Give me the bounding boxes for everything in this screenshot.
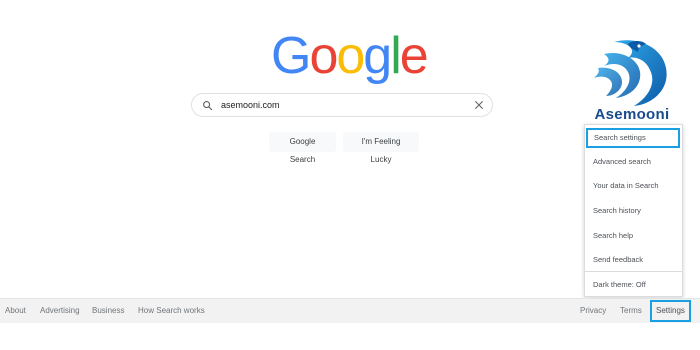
settings-menu: Search settings Advanced search Your dat…: [584, 124, 683, 297]
search-box[interactable]: [191, 93, 493, 117]
menu-item-search-history[interactable]: Search history: [585, 201, 682, 221]
menu-item-search-help[interactable]: Search help: [585, 226, 682, 246]
menu-item-your-data[interactable]: Your data in Search: [585, 176, 682, 196]
eagle-logo-icon: [594, 40, 667, 107]
logo-letter: e: [399, 27, 429, 85]
menu-divider: [585, 271, 682, 272]
menu-item-dark-theme[interactable]: Dark theme: Off: [585, 275, 682, 295]
footer-link-business[interactable]: Business: [92, 299, 124, 323]
footer: About Advertising Business How Search wo…: [0, 298, 700, 323]
menu-item-search-settings[interactable]: Search settings: [586, 128, 680, 148]
brand-watermark: Asemooni: [584, 36, 680, 124]
footer-link-terms[interactable]: Terms: [620, 299, 642, 323]
logo-letter: o: [336, 27, 365, 85]
brand-name: Asemooni: [594, 106, 670, 123]
footer-link-how-search-works[interactable]: How Search works: [138, 299, 205, 323]
google-search-button[interactable]: Google Search: [269, 132, 336, 164]
feeling-lucky-button[interactable]: I'm Feeling Lucky: [343, 132, 419, 164]
footer-link-advertising[interactable]: Advertising: [40, 299, 80, 323]
google-logo: Google: [271, 26, 429, 86]
logo-letter: l: [390, 27, 401, 85]
footer-link-about[interactable]: About: [5, 299, 26, 323]
logo-letter: o: [309, 27, 338, 85]
search-icon: [201, 99, 214, 112]
footer-link-privacy[interactable]: Privacy: [580, 299, 606, 323]
close-icon[interactable]: [472, 98, 486, 112]
logo-letter: g: [363, 27, 392, 85]
menu-item-advanced-search[interactable]: Advanced search: [585, 152, 682, 172]
menu-item-send-feedback[interactable]: Send feedback: [585, 250, 682, 270]
search-input[interactable]: [221, 97, 472, 113]
footer-link-settings[interactable]: Settings: [650, 300, 691, 322]
logo-letter: G: [271, 27, 311, 85]
